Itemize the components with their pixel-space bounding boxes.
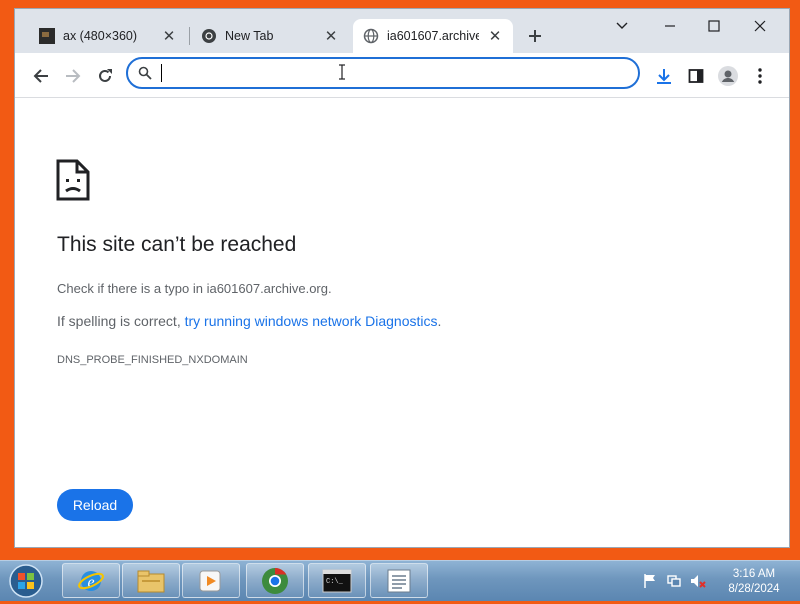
close-icon	[754, 20, 766, 32]
taskbar-document-app[interactable]	[370, 563, 428, 598]
refresh-icon	[99, 69, 112, 82]
internet-explorer-icon: e	[78, 570, 104, 591]
diagnostics-hint-prefix: If spelling is correct,	[57, 313, 185, 329]
taskbar-chrome[interactable]	[246, 563, 304, 598]
volume-muted-icon[interactable]	[690, 573, 706, 589]
back-button[interactable]	[29, 64, 53, 88]
tab-video[interactable]: ax (480×360) ✕	[29, 19, 187, 53]
flag-icon[interactable]	[642, 573, 658, 589]
close-window-button[interactable]	[745, 15, 775, 37]
profile-button[interactable]	[716, 64, 740, 88]
system-tray: 3:16 AM 8/28/2024	[636, 565, 796, 597]
close-icon[interactable]: ✕	[323, 28, 339, 45]
sad-document-icon	[55, 158, 91, 207]
search-icon	[138, 66, 152, 85]
error-heading: This site can’t be reached	[57, 233, 297, 256]
arrow-left-icon	[33, 69, 48, 83]
minimize-icon	[665, 25, 675, 27]
tab-strip: ax (480×360) ✕ New Tab ✕ ia601607.archiv…	[15, 9, 789, 53]
tab-search-button[interactable]	[607, 15, 637, 37]
maximize-icon	[708, 20, 720, 32]
text-caret	[161, 64, 162, 82]
arrow-right-icon	[66, 69, 81, 83]
clock[interactable]: 3:16 AM 8/28/2024	[716, 567, 792, 597]
forward-button[interactable]	[61, 64, 85, 88]
kebab-menu-icon	[758, 68, 762, 84]
clock-date: 8/28/2024	[728, 583, 780, 595]
media-player-icon	[199, 570, 221, 591]
taskbar-media-player[interactable]	[182, 563, 240, 598]
error-code: DNS_PROBE_FINISHED_NXDOMAIN	[57, 354, 248, 366]
avatar-icon	[718, 66, 738, 86]
taskbar: e C:\_ 3:16 AM 8/28/2024	[0, 560, 800, 601]
chrome-icon	[201, 28, 217, 44]
reload-toolbar-button[interactable]	[93, 64, 117, 88]
network-icon[interactable]	[666, 573, 682, 589]
video-thumbnail-icon	[39, 28, 55, 44]
taskbar-file-explorer[interactable]	[122, 563, 180, 598]
typo-hint: Check if there is a typo in ia601607.arc…	[57, 281, 332, 296]
terminal-icon: C:\_	[322, 569, 352, 592]
tab-title: ia601607.archive.o	[387, 29, 479, 43]
tab-archive[interactable]: ia601607.archive.o ✕	[353, 19, 513, 53]
browser-toolbar	[15, 53, 789, 98]
browser-window: ax (480×360) ✕ New Tab ✕ ia601607.archiv…	[14, 8, 790, 548]
side-panel-icon	[688, 69, 704, 83]
tab-title: ax (480×360)	[63, 29, 138, 43]
clock-time: 3:16 AM	[732, 568, 776, 580]
close-icon[interactable]: ✕	[487, 28, 503, 45]
download-icon	[657, 69, 671, 84]
diagnostics-hint: If spelling is correct, try running wind…	[57, 313, 441, 329]
downloads-button[interactable]	[652, 64, 676, 88]
svg-text:C:\_: C:\_	[326, 578, 344, 586]
folder-icon	[137, 570, 165, 592]
taskbar-command-prompt[interactable]: C:\_	[308, 563, 366, 598]
maximize-button[interactable]	[699, 15, 729, 37]
error-page: This site can’t be reached Check if ther…	[15, 98, 789, 547]
tab-new-tab[interactable]: New Tab ✕	[191, 19, 349, 53]
list-document-icon	[387, 569, 411, 592]
address-input[interactable]	[158, 63, 622, 85]
side-panel-button[interactable]	[684, 64, 708, 88]
windows-logo-icon	[9, 564, 43, 598]
tab-title: New Tab	[225, 29, 274, 43]
diagnostics-hint-suffix: .	[437, 313, 442, 329]
globe-icon	[363, 28, 379, 44]
minimize-button[interactable]	[655, 15, 685, 37]
reload-button[interactable]: Reload	[57, 489, 133, 521]
new-tab-button[interactable]	[523, 24, 547, 48]
close-icon[interactable]: ✕	[161, 28, 177, 45]
address-bar[interactable]	[126, 57, 640, 89]
chevron-down-icon	[616, 22, 628, 29]
ibeam-cursor-icon	[338, 64, 346, 85]
start-button[interactable]	[6, 563, 46, 599]
tab-separator	[189, 27, 190, 45]
chrome-icon	[262, 567, 288, 594]
menu-button[interactable]	[748, 64, 772, 88]
diagnostics-link[interactable]: try running windows network Diagnostics	[185, 313, 438, 329]
taskbar-internet-explorer[interactable]: e	[62, 563, 120, 598]
plus-icon	[529, 30, 541, 42]
